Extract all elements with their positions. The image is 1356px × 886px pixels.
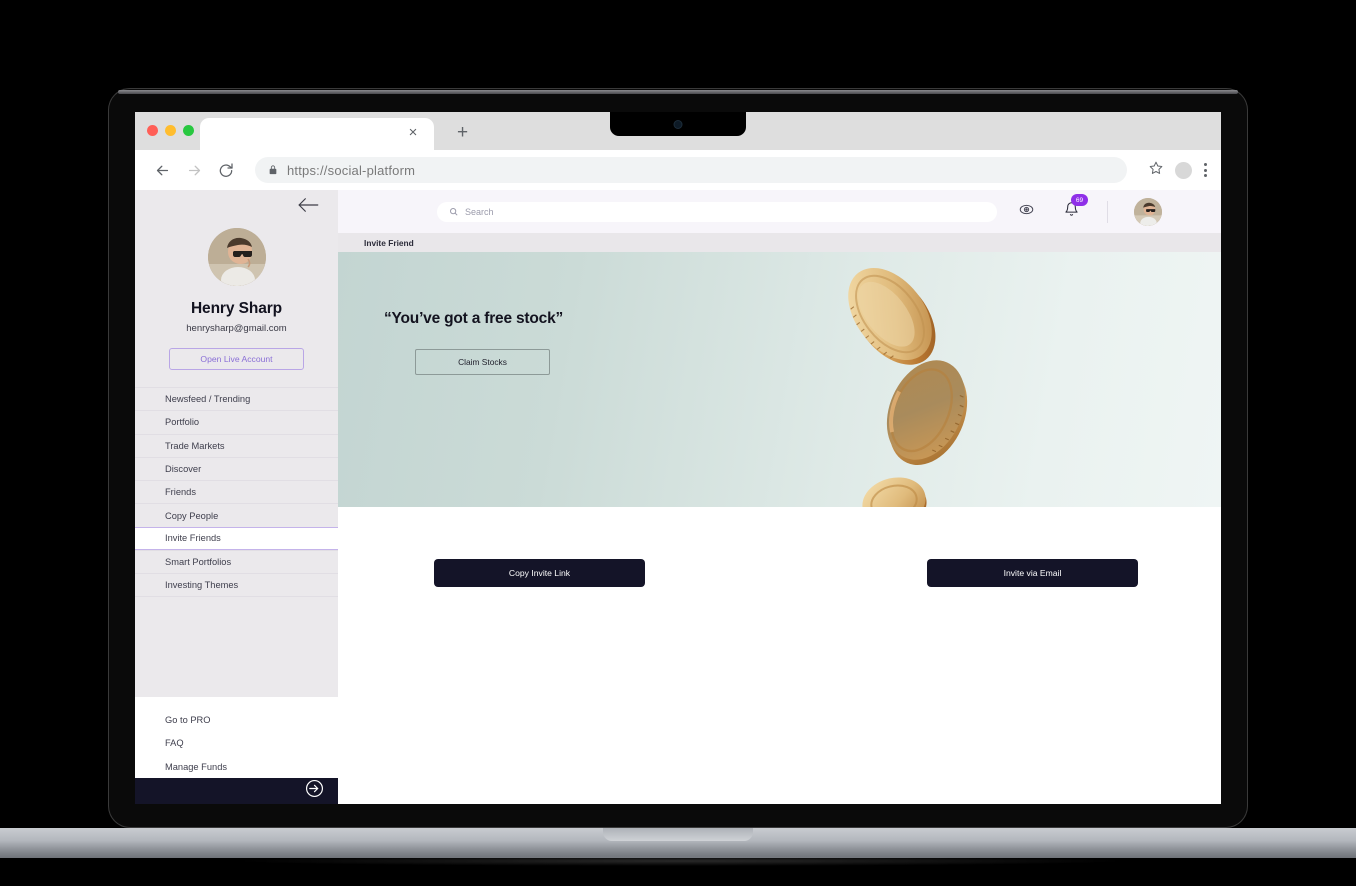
eye-icon[interactable] <box>1019 202 1034 222</box>
lock-icon <box>268 165 278 175</box>
invite-actions: Copy Invite Link Invite via Email <box>338 507 1221 804</box>
laptop-base <box>0 828 1356 858</box>
top-bar: Search 69 <box>338 190 1221 233</box>
sidebar-item-newsfeed[interactable]: Newsfeed / Trending <box>135 387 338 410</box>
claim-stocks-button[interactable]: Claim Stocks <box>415 349 550 375</box>
bezel-sheen <box>118 90 1238 94</box>
back-arrow-icon[interactable] <box>297 197 319 218</box>
search-icon <box>449 203 458 221</box>
promo-banner: “You’ve got a free stock” Claim Stocks <box>338 252 1221 507</box>
browser-tab[interactable]: × <box>200 118 434 150</box>
laptop-frame: × + https://social-platform Henry Sharp … <box>108 88 1248 828</box>
profile-avatar-wrap <box>135 228 338 286</box>
new-tab-icon[interactable]: + <box>457 123 468 142</box>
screenshot-root: × + https://social-platform Henry Sharp … <box>0 0 1356 886</box>
toolbar-divider <box>1107 200 1108 223</box>
browser-profile-avatar[interactable] <box>1175 161 1192 179</box>
browser-toolbar: https://social-platform <box>135 150 1221 190</box>
profile-email: henrysharp@gmail.com <box>186 323 287 334</box>
banner-headline: “You’ve got a free stock” <box>384 310 564 327</box>
open-live-account-button[interactable]: Open Live Account <box>169 348 304 370</box>
window-controls[interactable] <box>147 125 194 136</box>
browser-window: × + https://social-platform Henry Sharp … <box>135 112 1221 804</box>
coin-bottom <box>862 477 927 507</box>
sidebar-item-trade-markets[interactable]: Trade Markets <box>135 433 338 457</box>
app-viewport: Henry Sharp henrysharp@gmail.com Open Li… <box>135 190 1221 804</box>
sidebar-item-discover[interactable]: Discover <box>135 456 338 480</box>
close-tab-icon[interactable]: × <box>406 125 420 140</box>
profile-name: Henry Sharp <box>190 300 283 317</box>
breadcrumb: Invite Friend <box>338 233 1221 252</box>
maximize-window-icon[interactable] <box>183 125 194 136</box>
url-text: https://social-platform <box>287 162 416 178</box>
base-shadow <box>230 856 1130 866</box>
logout-icon[interactable] <box>305 779 324 803</box>
sidebar-item-investing-themes[interactable]: Investing Themes <box>135 573 338 597</box>
webcam-notch <box>610 112 746 136</box>
sidebar-back-row <box>135 190 338 224</box>
coin-middle <box>886 360 968 465</box>
bookmark-star-icon[interactable] <box>1149 161 1163 180</box>
main-content: Search 69 Invite Friend “You’ve got a fr… <box>338 190 1221 804</box>
sidebar-item-invite-friends[interactable]: Invite Friends <box>135 526 338 551</box>
sidebar-nav: Newsfeed / Trending Portfolio Trade Mark… <box>135 387 338 597</box>
user-avatar-button[interactable] <box>1134 197 1162 226</box>
sidebar-item-copy-people[interactable]: Copy People <box>135 503 338 526</box>
browser-menu-icon[interactable] <box>1204 163 1207 177</box>
breadcrumb-label: Invite Friend <box>364 237 414 248</box>
logout-bar[interactable] <box>135 778 338 804</box>
webcam-icon <box>674 121 682 128</box>
copy-invite-link-button[interactable]: Copy Invite Link <box>434 559 645 587</box>
back-nav-icon[interactable] <box>149 157 175 183</box>
sidebar-lower: Go to PRO FAQ Manage Funds <box>135 696 338 779</box>
reload-icon[interactable] <box>213 157 239 183</box>
sidebar-item-go-to-pro[interactable]: Go to PRO <box>135 709 338 732</box>
notifications-button[interactable]: 69 <box>1064 194 1088 222</box>
coins-illustration <box>838 252 1018 507</box>
avatar <box>207 228 266 286</box>
sidebar-item-faq[interactable]: FAQ <box>135 732 338 755</box>
sidebar: Henry Sharp henrysharp@gmail.com Open Li… <box>135 190 338 804</box>
sidebar-item-smart-portfolios[interactable]: Smart Portfolios <box>135 550 338 573</box>
close-window-icon[interactable] <box>147 125 158 136</box>
address-bar[interactable]: https://social-platform <box>255 157 1127 183</box>
sidebar-upper: Henry Sharp henrysharp@gmail.com Open Li… <box>135 190 338 697</box>
minimize-window-icon[interactable] <box>165 125 176 136</box>
search-placeholder: Search <box>465 206 494 217</box>
forward-nav-icon[interactable] <box>181 157 207 183</box>
invite-via-email-button[interactable]: Invite via Email <box>927 559 1138 587</box>
sidebar-item-manage-funds[interactable]: Manage Funds <box>135 755 338 778</box>
sidebar-item-portfolio[interactable]: Portfolio <box>135 410 338 433</box>
notification-badge: 69 <box>1071 194 1088 206</box>
search-input[interactable]: Search <box>437 201 997 222</box>
sidebar-item-friends[interactable]: Friends <box>135 480 338 503</box>
